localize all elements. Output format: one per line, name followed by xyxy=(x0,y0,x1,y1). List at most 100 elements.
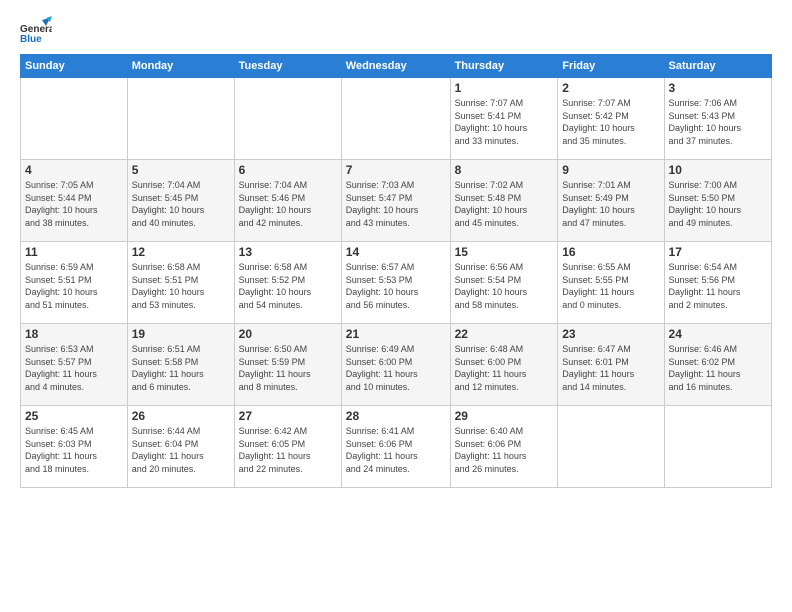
day-info: Sunrise: 7:00 AM Sunset: 5:50 PM Dayligh… xyxy=(669,179,767,229)
calendar-cell: 2 Sunrise: 7:07 AM Sunset: 5:42 PM Daylig… xyxy=(558,78,664,160)
calendar-cell: 1 Sunrise: 7:07 AM Sunset: 5:41 PM Daylig… xyxy=(450,78,558,160)
header: General Blue xyxy=(20,16,772,48)
page-container: General Blue SundayMondayTuesdayWednesda… xyxy=(0,0,792,612)
day-info: Sunrise: 6:40 AM Sunset: 6:06 PM Dayligh… xyxy=(455,425,554,475)
calendar-cell: 17 Sunrise: 6:54 AM Sunset: 5:56 PM Dayli… xyxy=(664,242,771,324)
day-number: 20 xyxy=(239,327,337,341)
calendar-cell xyxy=(127,78,234,160)
calendar-cell: 13 Sunrise: 6:58 AM Sunset: 5:52 PM Dayli… xyxy=(234,242,341,324)
calendar-cell: 8 Sunrise: 7:02 AM Sunset: 5:48 PM Daylig… xyxy=(450,160,558,242)
weekday-header-saturday: Saturday xyxy=(664,55,771,78)
calendar-cell: 21 Sunrise: 6:49 AM Sunset: 6:00 PM Dayli… xyxy=(341,324,450,406)
day-number: 13 xyxy=(239,245,337,259)
calendar-cell: 26 Sunrise: 6:44 AM Sunset: 6:04 PM Dayli… xyxy=(127,406,234,488)
day-info: Sunrise: 6:41 AM Sunset: 6:06 PM Dayligh… xyxy=(346,425,446,475)
day-info: Sunrise: 6:58 AM Sunset: 5:52 PM Dayligh… xyxy=(239,261,337,311)
day-number: 1 xyxy=(455,81,554,95)
day-number: 21 xyxy=(346,327,446,341)
day-info: Sunrise: 7:07 AM Sunset: 5:42 PM Dayligh… xyxy=(562,97,659,147)
day-info: Sunrise: 7:04 AM Sunset: 5:46 PM Dayligh… xyxy=(239,179,337,229)
svg-text:Blue: Blue xyxy=(20,34,42,45)
calendar-cell xyxy=(234,78,341,160)
day-info: Sunrise: 6:51 AM Sunset: 5:58 PM Dayligh… xyxy=(132,343,230,393)
day-info: Sunrise: 6:48 AM Sunset: 6:00 PM Dayligh… xyxy=(455,343,554,393)
day-info: Sunrise: 6:56 AM Sunset: 5:54 PM Dayligh… xyxy=(455,261,554,311)
calendar-cell: 7 Sunrise: 7:03 AM Sunset: 5:47 PM Daylig… xyxy=(341,160,450,242)
calendar-week-1: 1 Sunrise: 7:07 AM Sunset: 5:41 PM Daylig… xyxy=(21,78,772,160)
calendar-cell: 5 Sunrise: 7:04 AM Sunset: 5:45 PM Daylig… xyxy=(127,160,234,242)
day-info: Sunrise: 7:05 AM Sunset: 5:44 PM Dayligh… xyxy=(25,179,123,229)
day-info: Sunrise: 7:07 AM Sunset: 5:41 PM Dayligh… xyxy=(455,97,554,147)
day-number: 22 xyxy=(455,327,554,341)
day-info: Sunrise: 6:53 AM Sunset: 5:57 PM Dayligh… xyxy=(25,343,123,393)
day-info: Sunrise: 6:44 AM Sunset: 6:04 PM Dayligh… xyxy=(132,425,230,475)
day-number: 3 xyxy=(669,81,767,95)
day-number: 23 xyxy=(562,327,659,341)
day-info: Sunrise: 6:46 AM Sunset: 6:02 PM Dayligh… xyxy=(669,343,767,393)
day-info: Sunrise: 6:54 AM Sunset: 5:56 PM Dayligh… xyxy=(669,261,767,311)
day-number: 12 xyxy=(132,245,230,259)
day-number: 5 xyxy=(132,163,230,177)
day-info: Sunrise: 6:58 AM Sunset: 5:51 PM Dayligh… xyxy=(132,261,230,311)
calendar-cell: 14 Sunrise: 6:57 AM Sunset: 5:53 PM Dayli… xyxy=(341,242,450,324)
day-info: Sunrise: 6:57 AM Sunset: 5:53 PM Dayligh… xyxy=(346,261,446,311)
weekday-header-monday: Monday xyxy=(127,55,234,78)
weekday-header-friday: Friday xyxy=(558,55,664,78)
calendar-cell xyxy=(21,78,128,160)
calendar-cell: 15Sunrise: 6:56 AM Sunset: 5:54 PM Dayli… xyxy=(450,242,558,324)
day-number: 24 xyxy=(669,327,767,341)
calendar-cell: 6 Sunrise: 7:04 AM Sunset: 5:46 PM Daylig… xyxy=(234,160,341,242)
day-number: 26 xyxy=(132,409,230,423)
calendar-cell: 22 Sunrise: 6:48 AM Sunset: 6:00 PM Dayli… xyxy=(450,324,558,406)
weekday-header-thursday: Thursday xyxy=(450,55,558,78)
day-number: 28 xyxy=(346,409,446,423)
calendar-week-2: 4 Sunrise: 7:05 AM Sunset: 5:44 PM Daylig… xyxy=(21,160,772,242)
calendar-week-4: 18 Sunrise: 6:53 AM Sunset: 5:57 PM Dayli… xyxy=(21,324,772,406)
day-number: 19 xyxy=(132,327,230,341)
day-number: 8 xyxy=(455,163,554,177)
day-info: Sunrise: 6:59 AM Sunset: 5:51 PM Dayligh… xyxy=(25,261,123,311)
day-number: 7 xyxy=(346,163,446,177)
calendar-cell: 11 Sunrise: 6:59 AM Sunset: 5:51 PM Dayli… xyxy=(21,242,128,324)
calendar-week-5: 25Sunrise: 6:45 AM Sunset: 6:03 PM Dayli… xyxy=(21,406,772,488)
day-info: Sunrise: 6:47 AM Sunset: 6:01 PM Dayligh… xyxy=(562,343,659,393)
day-info: Sunrise: 6:45 AM Sunset: 6:03 PM Dayligh… xyxy=(25,425,123,475)
day-number: 2 xyxy=(562,81,659,95)
day-info: Sunrise: 6:50 AM Sunset: 5:59 PM Dayligh… xyxy=(239,343,337,393)
day-number: 11 xyxy=(25,245,123,259)
calendar-cell: 29 Sunrise: 6:40 AM Sunset: 6:06 PM Dayli… xyxy=(450,406,558,488)
calendar-cell: 23 Sunrise: 6:47 AM Sunset: 6:01 PM Dayli… xyxy=(558,324,664,406)
calendar-cell: 24 Sunrise: 6:46 AM Sunset: 6:02 PM Dayli… xyxy=(664,324,771,406)
day-number: 9 xyxy=(562,163,659,177)
calendar-cell: 25Sunrise: 6:45 AM Sunset: 6:03 PM Dayli… xyxy=(21,406,128,488)
weekday-header-row: SundayMondayTuesdayWednesdayThursdayFrid… xyxy=(21,55,772,78)
calendar-week-3: 11 Sunrise: 6:59 AM Sunset: 5:51 PM Dayli… xyxy=(21,242,772,324)
day-number: 10 xyxy=(669,163,767,177)
day-info: Sunrise: 7:03 AM Sunset: 5:47 PM Dayligh… xyxy=(346,179,446,229)
day-number: 27 xyxy=(239,409,337,423)
day-info: Sunrise: 7:02 AM Sunset: 5:48 PM Dayligh… xyxy=(455,179,554,229)
calendar-cell xyxy=(341,78,450,160)
weekday-header-tuesday: Tuesday xyxy=(234,55,341,78)
day-number: 6 xyxy=(239,163,337,177)
day-info: Sunrise: 6:49 AM Sunset: 6:00 PM Dayligh… xyxy=(346,343,446,393)
day-info: Sunrise: 7:04 AM Sunset: 5:45 PM Dayligh… xyxy=(132,179,230,229)
calendar-cell xyxy=(558,406,664,488)
weekday-header-sunday: Sunday xyxy=(21,55,128,78)
day-number: 18 xyxy=(25,327,123,341)
day-number: 17 xyxy=(669,245,767,259)
calendar-cell: 27 Sunrise: 6:42 AM Sunset: 6:05 PM Dayli… xyxy=(234,406,341,488)
calendar-cell: 16Sunrise: 6:55 AM Sunset: 5:55 PM Dayli… xyxy=(558,242,664,324)
calendar-cell xyxy=(664,406,771,488)
calendar-cell: 19 Sunrise: 6:51 AM Sunset: 5:58 PM Dayli… xyxy=(127,324,234,406)
day-info: Sunrise: 7:06 AM Sunset: 5:43 PM Dayligh… xyxy=(669,97,767,147)
day-number: 29 xyxy=(455,409,554,423)
day-number: 4 xyxy=(25,163,123,177)
day-info: Sunrise: 7:01 AM Sunset: 5:49 PM Dayligh… xyxy=(562,179,659,229)
logo: General Blue xyxy=(20,16,56,48)
calendar-cell: 12 Sunrise: 6:58 AM Sunset: 5:51 PM Dayli… xyxy=(127,242,234,324)
day-info: Sunrise: 6:42 AM Sunset: 6:05 PM Dayligh… xyxy=(239,425,337,475)
calendar-cell: 9 Sunrise: 7:01 AM Sunset: 5:49 PM Daylig… xyxy=(558,160,664,242)
day-number: 14 xyxy=(346,245,446,259)
day-info: Sunrise: 6:55 AM Sunset: 5:55 PM Dayligh… xyxy=(562,261,659,311)
